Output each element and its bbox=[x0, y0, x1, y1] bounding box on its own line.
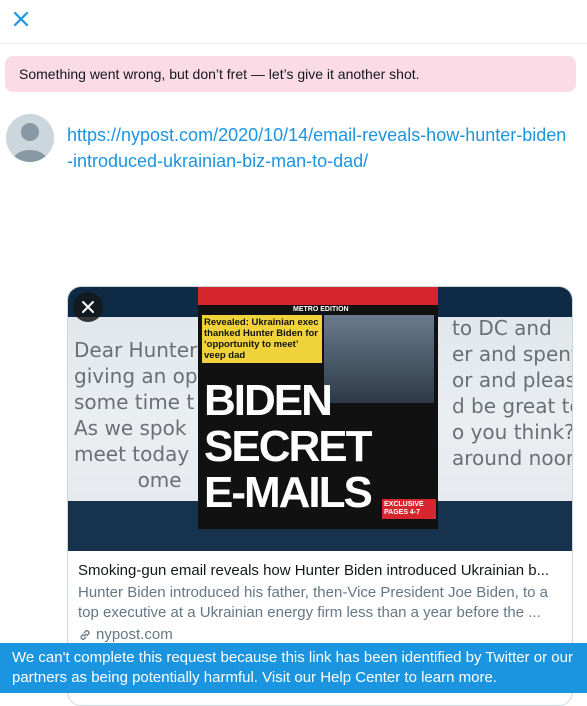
error-banner-text: Something went wrong, but don’t fret — l… bbox=[19, 66, 420, 82]
newspaper-headline-1: BIDEN bbox=[204, 376, 333, 425]
newspaper-edition: METRO EDITION bbox=[293, 306, 349, 313]
tweet-link[interactable]: https://nypost.com/2020/10/14/email-reve… bbox=[67, 122, 572, 174]
card-domain: nypost.com bbox=[78, 625, 564, 645]
newspaper-headline-2: SECRET bbox=[204, 422, 372, 471]
top-bar bbox=[0, 0, 587, 44]
avatar[interactable] bbox=[6, 114, 54, 162]
close-button[interactable] bbox=[6, 4, 36, 34]
newspaper-masthead bbox=[198, 287, 438, 305]
email-text-left: Dear Hunter giving an op some time t As … bbox=[74, 338, 198, 492]
newspaper-badge: EXCLUSIVE PAGES 4-7 bbox=[382, 499, 436, 519]
close-icon bbox=[13, 11, 29, 27]
error-banner: Something went wrong, but don’t fret — l… bbox=[5, 56, 576, 92]
harmful-link-alert: We can't complete this request because t… bbox=[0, 643, 587, 693]
email-text-right: to DC and er and spent or and pleasu d b… bbox=[452, 316, 573, 470]
dismiss-card-button[interactable] bbox=[73, 292, 103, 322]
harmful-link-alert-text: We can't complete this request because t… bbox=[12, 649, 573, 686]
close-icon bbox=[82, 301, 94, 313]
card-image: Dear Hunter giving an op some time t As … bbox=[68, 287, 573, 551]
card-domain-text: nypost.com bbox=[96, 626, 173, 643]
default-avatar-icon bbox=[6, 114, 54, 162]
link-icon bbox=[80, 630, 90, 640]
newspaper-headline-3: E-MAILS bbox=[204, 468, 373, 517]
card-description: Hunter Biden introduced his father, then… bbox=[78, 584, 549, 621]
newspaper-kicker: Revealed: Ukrainian exec thanked Hunter … bbox=[202, 315, 322, 363]
card-body: Smoking-gun email reveals how Hunter Bid… bbox=[68, 551, 572, 645]
card-title[interactable]: Smoking-gun email reveals how Hunter Bid… bbox=[78, 561, 564, 581]
newspaper-cover: METRO EDITION Revealed: Ukrainian exec t… bbox=[198, 287, 438, 529]
newspaper-photo bbox=[324, 315, 434, 403]
